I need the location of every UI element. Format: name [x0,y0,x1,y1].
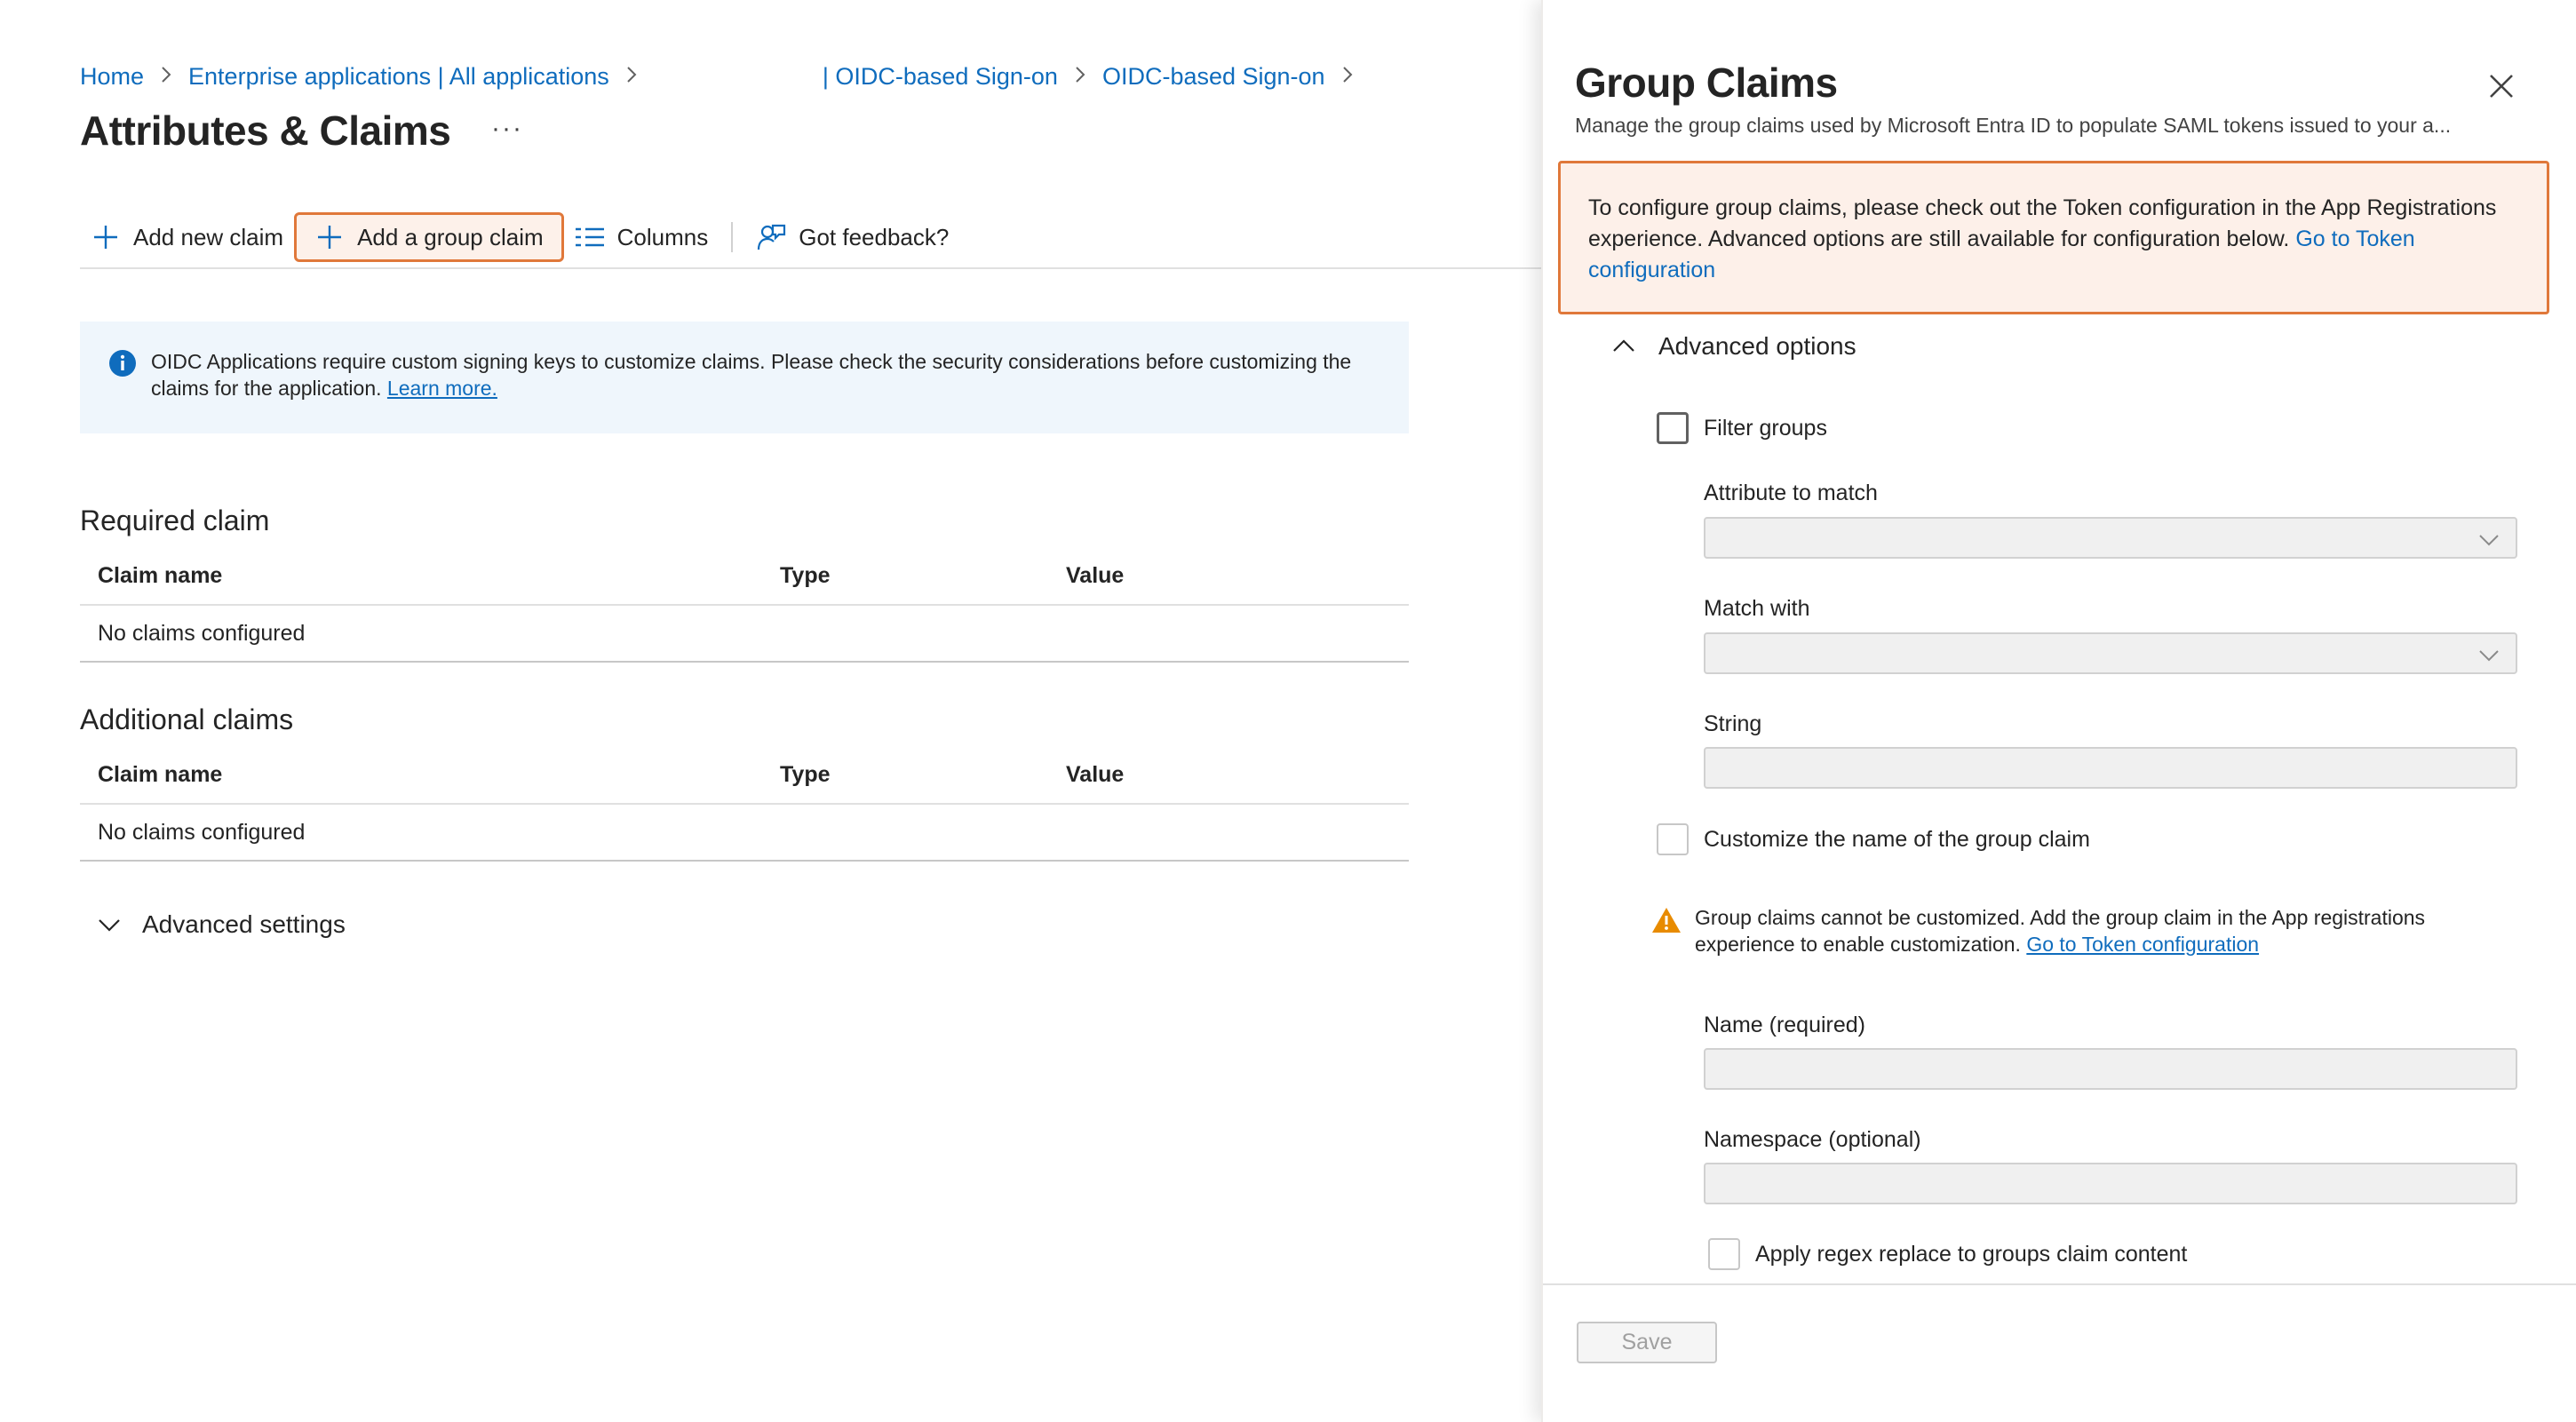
column-header-type[interactable]: Type [780,563,1066,589]
columns-button[interactable]: Columns [564,212,720,262]
info-message-text: OIDC Applications require custom signing… [151,350,1352,400]
table-row: No claims configured [80,805,1409,862]
learn-more-link[interactable]: Learn more. [387,377,497,400]
table-row: No claims configured [80,606,1409,663]
empty-state-text: No claims configured [98,620,306,646]
plus-icon [91,222,121,252]
chevron-right-icon [1074,63,1086,91]
main-pane: Home Enterprise applications | All appli… [0,0,1541,1422]
advanced-settings-label: Advanced settings [142,910,346,938]
string-label: String [1704,711,1762,736]
panel-subtitle: Manage the group claims used by Microsof… [1575,114,2452,137]
advanced-options-toggle[interactable]: Advanced options [1610,332,1856,361]
table-header: Claim name Type Value [80,547,1409,606]
attribute-to-match-label: Attribute to match [1704,481,1878,505]
add-group-claim-label: Add a group claim [357,223,544,250]
customize-warning: Group claims cannot be customized. Add t… [1650,904,2503,957]
info-icon [108,349,137,377]
table-header: Claim name Type Value [80,746,1409,805]
go-to-token-configuration-link[interactable]: Go to Token configuration [2026,933,2259,956]
name-required-label: Name (required) [1704,1013,1866,1037]
apply-regex-checkbox-row: Apply regex replace to groups claim cont… [1708,1238,2187,1270]
chevron-up-icon [1610,333,1637,360]
apply-regex-checkbox[interactable] [1708,1238,1740,1270]
advanced-options-label: Advanced options [1658,332,1856,360]
attribute-to-match-dropdown[interactable] [1704,517,2517,559]
page-title: Attributes & Claims [80,107,451,154]
toolbar-divider [731,222,734,252]
customize-name-label: Customize the name of the group claim [1704,826,2090,852]
customize-name-checkbox[interactable] [1657,823,1689,855]
filter-groups-checkbox-row: Filter groups [1657,412,1827,444]
breadcrumb-oidc-sign-on[interactable]: OIDC-based Sign-on [1102,63,1325,91]
feedback-icon [756,222,786,252]
more-options-button[interactable]: ··· [491,114,523,144]
filter-groups-label: Filter groups [1704,415,1827,441]
namespace-input[interactable] [1704,1163,2517,1204]
additional-claims-heading: Additional claims [80,703,294,735]
chevron-right-icon [160,63,172,91]
command-bar: Add new claim Add a group claim Columns … [80,210,959,265]
chevron-right-icon [625,63,638,91]
panel-title: Group Claims [1575,60,1838,106]
empty-state-text: No claims configured [98,819,306,845]
close-icon[interactable] [2486,71,2516,101]
breadcrumb: Home Enterprise applications | All appli… [80,59,1370,94]
breadcrumb-enterprise-applications[interactable]: Enterprise applications | All applicatio… [188,63,609,91]
column-header-claim-name[interactable]: Claim name [80,762,780,788]
column-header-type[interactable]: Type [780,762,1066,788]
panel-footer-divider [1543,1283,2576,1285]
save-button[interactable]: Save [1577,1322,1717,1363]
got-feedback-button[interactable]: Got feedback? [745,212,959,262]
advanced-settings-toggle[interactable]: Advanced settings [96,910,346,939]
toolbar-divider-line [80,267,1541,269]
columns-label: Columns [616,223,709,250]
token-config-message-bar: To configure group claims, please check … [1558,161,2549,314]
got-feedback-label: Got feedback? [799,223,950,250]
apply-regex-label: Apply regex replace to groups claim cont… [1755,1241,2188,1267]
warning-icon [1650,906,1682,934]
string-input[interactable] [1704,747,2517,789]
chevron-down-icon [2477,642,2501,667]
additional-claims-table: Claim name Type Value No claims configur… [80,746,1409,862]
breadcrumb-oidc-sign-on-app[interactable]: | OIDC-based Sign-on [823,63,1058,91]
add-group-claim-button[interactable]: Add a group claim [294,212,564,262]
plus-icon [314,222,345,252]
chevron-right-icon [1341,63,1354,91]
column-header-value[interactable]: Value [1066,762,1409,788]
chevron-down-icon [2477,527,2501,552]
required-claim-heading: Required claim [80,504,270,536]
match-with-dropdown[interactable] [1704,632,2517,674]
required-claim-table: Claim name Type Value No claims configur… [80,547,1409,663]
column-header-value[interactable]: Value [1066,563,1409,589]
filter-groups-checkbox[interactable] [1657,412,1689,444]
customize-name-checkbox-row: Customize the name of the group claim [1657,823,2090,855]
group-claims-panel: Group Claims Manage the group claims use… [1541,0,2576,1422]
info-message-bar: OIDC Applications require custom signing… [80,322,1409,433]
breadcrumb-home[interactable]: Home [80,63,144,91]
chevron-down-icon [96,911,123,938]
name-input[interactable] [1704,1048,2517,1090]
column-header-claim-name[interactable]: Claim name [80,563,780,589]
add-new-claim-label: Add new claim [133,223,284,250]
namespace-optional-label: Namespace (optional) [1704,1127,1921,1152]
add-new-claim-button[interactable]: Add new claim [80,212,294,262]
match-with-label: Match with [1704,596,1810,621]
customize-warning-text: Group claims cannot be customized. Add t… [1695,906,2426,956]
columns-icon [575,222,605,252]
